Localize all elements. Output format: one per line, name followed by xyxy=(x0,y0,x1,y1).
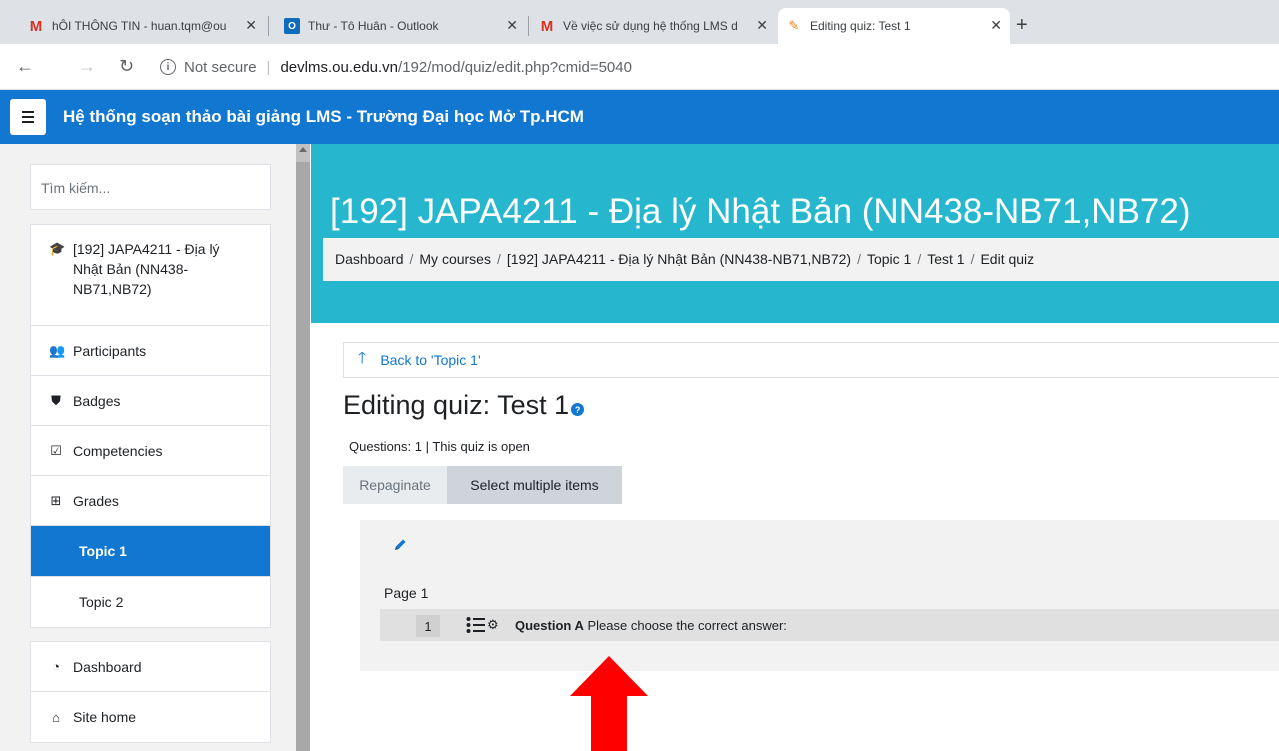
breadcrumb-separator: / xyxy=(970,251,975,267)
gmail-icon: M xyxy=(29,17,43,35)
course-title: [192] JAPA4211 - Địa lý Nhật Bản (NN438-… xyxy=(330,192,1191,231)
select-multiple-button[interactable]: Select multiple items xyxy=(447,466,622,504)
tab-title: Thư - Tô Huân - Outlook xyxy=(308,19,439,33)
gmail-icon: M xyxy=(540,17,554,35)
close-icon[interactable]: ✕ xyxy=(506,17,518,34)
outlook-icon: O xyxy=(284,18,300,34)
tab-separator xyxy=(528,16,529,36)
search-input[interactable]: Tìm kiếm... xyxy=(30,164,271,210)
course-nav: 🎓 [192] JAPA4211 - Địa lý Nhật Bản (NN43… xyxy=(30,224,271,628)
reload-icon[interactable]: ↻ xyxy=(119,56,134,77)
gear-icon[interactable]: ⚙ xyxy=(487,617,499,633)
back-link-label: Back to 'Topic 1' xyxy=(380,352,481,368)
sidebar-item-competencies[interactable]: ☑ Competencies xyxy=(31,426,270,476)
sidebar-item-participants[interactable]: 👥 Participants xyxy=(31,326,270,376)
close-icon[interactable]: ✕ xyxy=(756,17,768,34)
page-header: [192] JAPA4211 - Địa lý Nhật Bản (NN438-… xyxy=(311,144,1279,323)
sidebar-item-badges[interactable]: ⛊ Badges xyxy=(31,376,270,426)
breadcrumb-item: Edit quiz xyxy=(980,251,1035,267)
sidebar-item-label: Dashboard xyxy=(73,658,142,675)
divider: | xyxy=(266,58,271,76)
pencil-icon[interactable] xyxy=(392,537,408,553)
breadcrumb-item[interactable]: [192] JAPA4211 - Địa lý Nhật Bản (NN438-… xyxy=(507,251,851,267)
annotation-arrow-up-icon xyxy=(570,656,648,751)
graduation-cap-icon: 🎓 xyxy=(49,241,66,256)
sidebar-item-dashboard[interactable]: ◔ Dashboard xyxy=(31,642,270,692)
sidebar-item-label: Topic 1 xyxy=(79,543,127,559)
tab-separator xyxy=(268,16,269,36)
sidebar-item-label: Participants xyxy=(73,342,147,359)
breadcrumb-item[interactable]: Dashboard xyxy=(335,251,404,267)
close-icon[interactable]: ✕ xyxy=(990,17,1002,34)
arrow-up-icon: 🡑 xyxy=(358,349,367,367)
url-path: /192/mod/quiz/edit.php?cmid=5040 xyxy=(398,58,632,76)
question-number: 1 xyxy=(416,615,440,637)
breadcrumb-item[interactable]: Test 1 xyxy=(927,251,964,267)
breadcrumb-separator: / xyxy=(857,251,861,267)
browser-tab[interactable]: O Thư - Tô Huân - Outlook ✕ xyxy=(276,8,526,44)
info-icon[interactable]: i xyxy=(160,59,176,75)
sidebar-item-label: Badges xyxy=(73,392,121,409)
site-title[interactable]: Hệ thống soạn thảo bài giảng LMS - Trườn… xyxy=(63,107,584,127)
page-title: Editing quiz: Test 1 ? xyxy=(343,390,585,421)
sidebar-item-grades[interactable]: ⊞ Grades xyxy=(31,476,270,526)
moodle-icon: ✎ xyxy=(788,18,800,33)
table-icon: ⊞ xyxy=(50,492,62,508)
scrollbar-thumb[interactable] xyxy=(296,162,310,751)
browser-toolbar: ← → ↻ i Not secure | devlms.ou.edu.vn /1… xyxy=(0,44,1279,90)
repaginate-button[interactable]: Repaginate xyxy=(343,466,447,504)
quiz-slots-panel xyxy=(360,520,1279,671)
sidebar-item-site-home[interactable]: ⌂ Site home xyxy=(31,692,270,742)
sidebar-item-label: Topic 2 xyxy=(79,594,124,610)
shield-icon: ⛊ xyxy=(51,392,61,408)
sidebar-item-label: Site home xyxy=(73,709,137,725)
sidebar-item-topic-2[interactable]: Topic 2 xyxy=(31,577,270,627)
security-label: Not secure xyxy=(184,58,257,76)
sidebar-item-course[interactable]: 🎓 [192] JAPA4211 - Địa lý Nhật Bản (NN43… xyxy=(31,225,270,326)
drawer-scrollbar[interactable] xyxy=(296,144,310,751)
site-navbar: Hệ thống soạn thảo bài giảng LMS - Trườn… xyxy=(0,90,1279,144)
breadcrumb-item[interactable]: My courses xyxy=(419,251,491,267)
checkbox-icon: ☑ xyxy=(50,442,62,458)
back-arrow-icon[interactable]: ← xyxy=(16,56,34,77)
home-icon: ⌂ xyxy=(52,709,60,725)
breadcrumb-separator: / xyxy=(917,251,922,267)
sidebar-item-label: [192] JAPA4211 - Địa lý Nhật Bản (NN438-… xyxy=(73,241,220,297)
breadcrumb: Dashboard / My courses / [192] JAPA4211 - Đị… xyxy=(323,238,1279,281)
tab-title: Về việc sử dụng hệ thống LMS d xyxy=(563,19,738,33)
question-name: Question A xyxy=(515,618,584,633)
quiz-heading-text: Editing quiz: Test 1 xyxy=(343,390,570,420)
scroll-up-icon[interactable] xyxy=(299,147,307,152)
url-host: devlms.ou.edu.vn xyxy=(280,58,399,76)
sidebar-item-topic-1[interactable]: Topic 1 xyxy=(31,526,270,577)
browser-tab-bar: M hÔI THÔNG TIN - huan.tqm@ou ✕ O Thư - … xyxy=(0,0,1279,44)
question-link[interactable]: Question A Please choose the correct ans… xyxy=(515,618,787,633)
question-row: 1 ⚙ Question A Please choose the correct… xyxy=(380,609,1279,641)
sidebar-item-label: Grades xyxy=(73,492,119,509)
help-icon[interactable]: ? xyxy=(571,403,585,416)
menu-toggle-button[interactable] xyxy=(10,99,46,135)
browser-tab[interactable]: M Về việc sử dụng hệ thống LMS d ✕ xyxy=(531,8,776,44)
quiz-status: Questions: 1 | This quiz is open xyxy=(349,439,530,454)
new-tab-icon[interactable]: + xyxy=(1016,14,1028,37)
breadcrumb-separator: / xyxy=(496,251,501,267)
browser-tab[interactable]: M hÔI THÔNG TIN - huan.tqm@ou ✕ xyxy=(20,8,265,44)
breadcrumb-separator: / xyxy=(409,251,414,267)
page-label: Page 1 xyxy=(384,585,429,601)
sidebar-item-label: Competencies xyxy=(73,442,163,459)
breadcrumb-item[interactable]: Topic 1 xyxy=(867,251,911,267)
multichoice-icon xyxy=(466,617,485,633)
forward-arrow-icon[interactable]: → xyxy=(78,56,96,77)
site-nav: ◔ Dashboard ⌂ Site home xyxy=(30,641,271,743)
dashboard-icon: ◔ xyxy=(52,659,60,674)
back-to-topic-link[interactable]: 🡑 Back to 'Topic 1' xyxy=(343,342,1279,378)
close-icon[interactable]: ✕ xyxy=(245,17,257,34)
question-text: Please choose the correct answer: xyxy=(587,618,787,633)
tab-title: Editing quiz: Test 1 xyxy=(810,19,911,33)
tab-title: hÔI THÔNG TIN - huan.tqm@ou xyxy=(52,19,227,33)
browser-tab-active[interactable]: ✎ Editing quiz: Test 1 ✕ xyxy=(778,8,1010,44)
address-bar[interactable]: i Not secure | devlms.ou.edu.vn /192/mod… xyxy=(160,52,1279,82)
users-icon: 👥 xyxy=(49,342,66,358)
